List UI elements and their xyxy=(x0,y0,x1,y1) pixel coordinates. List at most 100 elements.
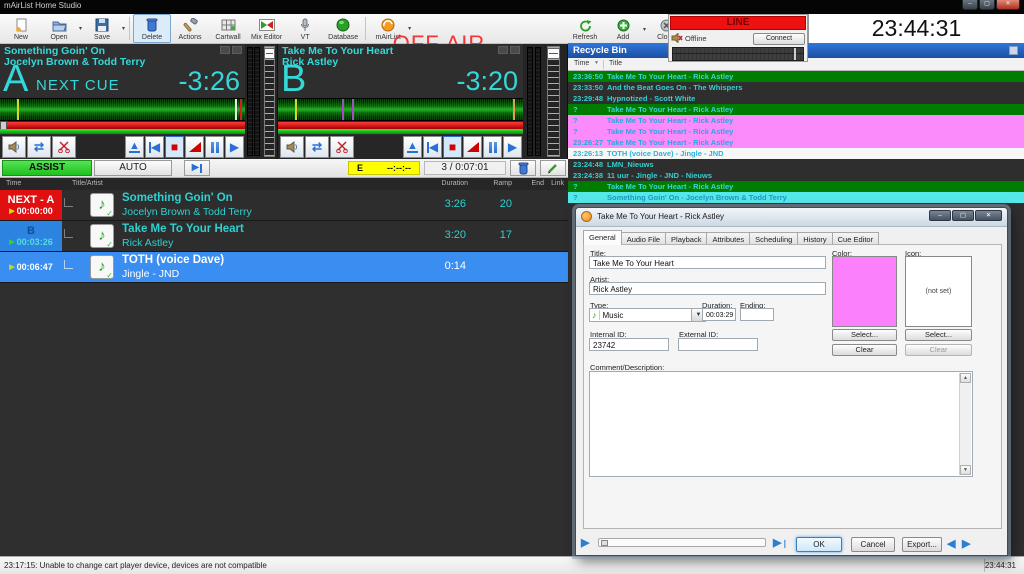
loop-button[interactable]: ⇄ xyxy=(305,136,329,158)
maximize-icon[interactable]: ▢ xyxy=(979,0,995,10)
recycle-row[interactable]: 23:36:50 Take Me To Your Heart - Rick Ast… xyxy=(568,71,1024,82)
player-options-icon[interactable] xyxy=(220,46,242,54)
preview-slider[interactable] xyxy=(598,538,766,547)
fade-out-button[interactable] xyxy=(185,136,204,158)
recycle-row[interactable]: ? Take Me To Your Heart - Rick Astley xyxy=(568,115,1024,126)
internal-id-field[interactable]: 23742 xyxy=(589,338,669,351)
save-button[interactable]: Save xyxy=(83,14,121,43)
artist-field[interactable]: Rick Astley xyxy=(589,282,826,295)
stop-button[interactable]: ■ xyxy=(165,136,184,158)
refresh-button[interactable]: Refresh xyxy=(566,15,604,43)
recycle-row[interactable]: 23:29:48 Hypnotized - Scott White xyxy=(568,93,1024,104)
new-button[interactable]: New xyxy=(2,14,40,43)
edit-button[interactable] xyxy=(540,160,566,176)
player-b-progress-bar[interactable] xyxy=(278,122,523,129)
volume-fader[interactable] xyxy=(547,46,560,157)
previous-item-icon[interactable]: ◀ xyxy=(947,537,955,550)
close-icon[interactable]: ✕ xyxy=(975,210,1002,221)
recycle-row[interactable]: ? Something Goin' On - Jocelyn Brown & To… xyxy=(568,192,1024,203)
recycle-row[interactable]: 23:26:27 Take Me To Your Heart - Rick Ast… xyxy=(568,137,1024,148)
external-id-field[interactable] xyxy=(678,338,758,351)
recycle-toggle-button[interactable] xyxy=(510,160,536,176)
export-button[interactable]: Export... xyxy=(902,537,942,552)
volume-fader[interactable] xyxy=(264,46,275,157)
scroll-up-icon[interactable]: ▲ xyxy=(960,373,971,383)
recycle-row[interactable]: 23:24:48 LMN_Nieuws xyxy=(568,159,1024,170)
cue-marker[interactable] xyxy=(240,99,243,120)
speaker-pfl-button[interactable] xyxy=(280,136,304,158)
ok-button[interactable]: OK xyxy=(796,537,842,552)
skip-to-start-button[interactable]: ◀ xyxy=(145,136,164,158)
tab-general[interactable]: General xyxy=(583,230,622,245)
fader-thumb[interactable] xyxy=(264,48,275,59)
ending-field[interactable] xyxy=(740,308,774,321)
close-icon[interactable]: ✕ xyxy=(996,0,1020,10)
playlist-row-next[interactable]: NEXT - A ▶ 00:00:00 ♪ ✓ Something Goin' On… xyxy=(0,190,568,221)
column-title-artist[interactable]: Title/Artist xyxy=(72,180,103,187)
cancel-button[interactable]: Cancel xyxy=(851,537,895,552)
eject-button[interactable]: ▲ xyxy=(125,136,144,158)
scrollbar[interactable]: ▲ ▼ xyxy=(959,373,971,475)
column-ramp[interactable]: Ramp xyxy=(486,180,512,187)
line-button[interactable]: LINE xyxy=(670,16,806,30)
recycle-row[interactable]: ? Take Me To Your Heart - Rick Astley xyxy=(568,104,1024,115)
assist-button[interactable]: ASSIST xyxy=(2,160,92,176)
stop-button[interactable]: ■ xyxy=(443,136,462,158)
loop-button[interactable]: ⇄ xyxy=(27,136,51,158)
player-a-progress-bar[interactable] xyxy=(0,122,245,129)
chevron-down-icon[interactable]: ▾ xyxy=(121,25,126,32)
cut-button[interactable] xyxy=(52,136,76,158)
player-options-icon[interactable] xyxy=(498,46,520,54)
skip-next-button[interactable]: ▶ xyxy=(184,160,210,176)
column-duration[interactable]: Duration xyxy=(428,180,468,187)
type-dropdown[interactable]: ♪ Music ▼ xyxy=(589,308,706,322)
cue-marker[interactable] xyxy=(235,99,238,120)
column-title[interactable]: Title xyxy=(609,60,622,67)
preview-play-icon[interactable]: ▶ xyxy=(581,536,589,549)
column-link[interactable]: Link xyxy=(548,180,564,187)
dialog-titlebar[interactable]: Take Me To Your Heart - Rick Astley – ▢ … xyxy=(576,208,1007,227)
play-button[interactable]: ▶ xyxy=(503,136,522,158)
add-button[interactable]: Add xyxy=(604,15,642,43)
cut-button[interactable] xyxy=(330,136,354,158)
cartwall-button[interactable]: Cartwall xyxy=(209,14,247,43)
slider-thumb[interactable] xyxy=(601,540,608,546)
playlist-empty-area[interactable] xyxy=(0,283,568,556)
column-time[interactable]: Time xyxy=(6,180,21,187)
title-field[interactable]: Take Me To Your Heart xyxy=(589,256,826,269)
playlist-row-selected[interactable]: ▶ 00:06:47 ♪ ✓ TOTH (voice Dave) Jingle - … xyxy=(0,252,568,283)
next-item-icon[interactable]: ▶ xyxy=(962,537,970,550)
recycle-row[interactable]: 23:26:13 TOTH (voice Dave) - Jingle - JND xyxy=(568,148,1024,159)
connect-button[interactable]: Connect xyxy=(753,32,805,45)
select-icon-button[interactable]: Select... xyxy=(905,329,972,341)
recycle-row[interactable]: 23:24:38 11 uur - Jingle - JND - Nieuws xyxy=(568,170,1024,181)
scroll-down-icon[interactable]: ▼ xyxy=(960,465,971,475)
cue-marker[interactable] xyxy=(17,99,20,120)
recycle-row[interactable]: 23:33:50 And the Beat Goes On - The Whisp… xyxy=(568,82,1024,93)
minimize-icon[interactable]: – xyxy=(929,210,951,221)
auto-button[interactable]: AUTO xyxy=(94,160,172,176)
skip-to-start-button[interactable]: ◀ xyxy=(423,136,442,158)
playlist-row-player-b[interactable]: B ▶ 00:03:26 ♪ ✓ Take Me To Your Heart Ric… xyxy=(0,221,568,252)
eject-button[interactable]: ▲ xyxy=(403,136,422,158)
column-divider[interactable] xyxy=(603,60,604,69)
recycle-row[interactable]: ? Take Me To Your Heart - Rick Astley xyxy=(568,181,1024,192)
speaker-pfl-button[interactable] xyxy=(2,136,26,158)
select-color-button[interactable]: Select... xyxy=(832,329,897,341)
cue-marker[interactable] xyxy=(295,99,298,120)
fade-out-button[interactable] xyxy=(463,136,482,158)
actions-button[interactable]: Actions xyxy=(171,14,209,43)
recycle-row[interactable]: ? Take Me To Your Heart - Rick Astley xyxy=(568,126,1024,137)
cue-marker[interactable] xyxy=(513,99,516,120)
pause-button[interactable] xyxy=(205,136,224,158)
player-a-waveform[interactable] xyxy=(0,98,245,121)
column-end[interactable]: End xyxy=(528,180,544,187)
skip-end-icon[interactable]: ▶❘ xyxy=(773,536,788,549)
clear-color-button[interactable]: Clear xyxy=(832,344,897,356)
minimize-icon[interactable]: – xyxy=(962,0,978,10)
pause-button[interactable] xyxy=(483,136,502,158)
vt-button[interactable]: VT xyxy=(286,14,324,43)
player-b-waveform[interactable] xyxy=(278,98,523,121)
delete-button[interactable]: Delete xyxy=(133,14,172,43)
column-time[interactable]: Time xyxy=(574,60,589,67)
